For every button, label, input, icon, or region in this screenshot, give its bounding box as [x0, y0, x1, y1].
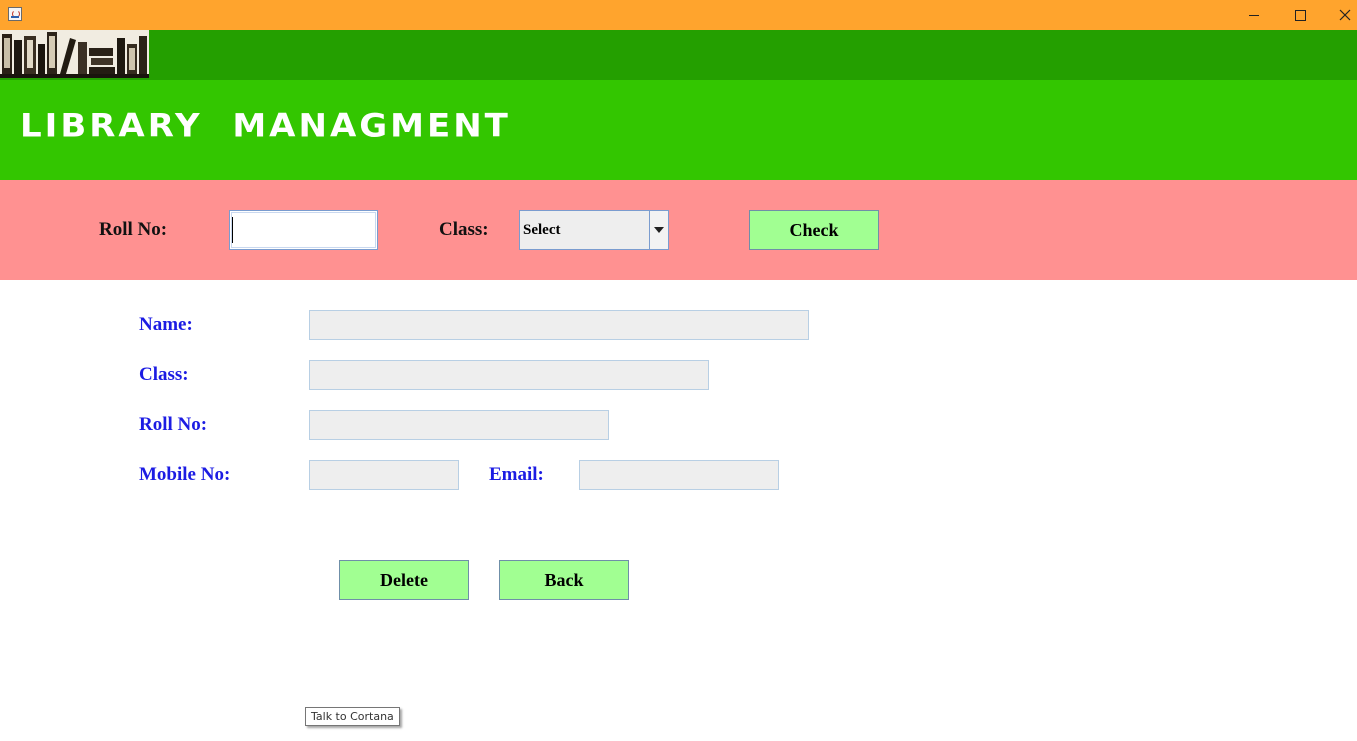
maximize-button[interactable] — [1277, 0, 1323, 30]
email-field[interactable] — [579, 460, 779, 490]
check-button[interactable]: Check — [749, 210, 879, 250]
window-titlebar[interactable] — [0, 0, 1357, 30]
roll-label: Roll No: — [139, 414, 208, 435]
header-strip — [0, 30, 1357, 80]
close-icon — [1339, 9, 1351, 21]
books-logo — [0, 30, 149, 78]
class-field[interactable] — [309, 360, 709, 390]
search-roll-label: Roll No: — [99, 219, 168, 240]
search-panel — [0, 180, 1357, 280]
email-label: Email: — [489, 464, 544, 485]
roll-field[interactable] — [309, 410, 609, 440]
back-button[interactable]: Back — [499, 560, 629, 600]
delete-button[interactable]: Delete — [339, 560, 469, 600]
text-caret — [232, 217, 233, 243]
cortana-tooltip: Talk to Cortana — [305, 707, 400, 726]
maximize-icon — [1294, 9, 1306, 21]
minimize-icon — [1249, 14, 1259, 16]
minimize-button[interactable] — [1231, 0, 1277, 30]
class-label: Class: — [139, 364, 189, 385]
search-roll-input[interactable] — [229, 210, 378, 250]
close-button[interactable] — [1322, 0, 1357, 30]
name-field[interactable] — [309, 310, 809, 340]
class-select[interactable]: Select — [519, 210, 669, 250]
class-select-value: Select — [523, 222, 561, 238]
name-label: Name: — [139, 314, 193, 335]
chevron-down-icon — [654, 227, 664, 233]
dropdown-arrow-button[interactable] — [649, 211, 668, 249]
mobile-label: Mobile No: — [139, 464, 231, 485]
java-app-icon — [8, 7, 22, 21]
mobile-field[interactable] — [309, 460, 459, 490]
search-class-label: Class: — [439, 219, 489, 240]
app-title: LIBRARY MANAGMENT — [20, 107, 511, 145]
